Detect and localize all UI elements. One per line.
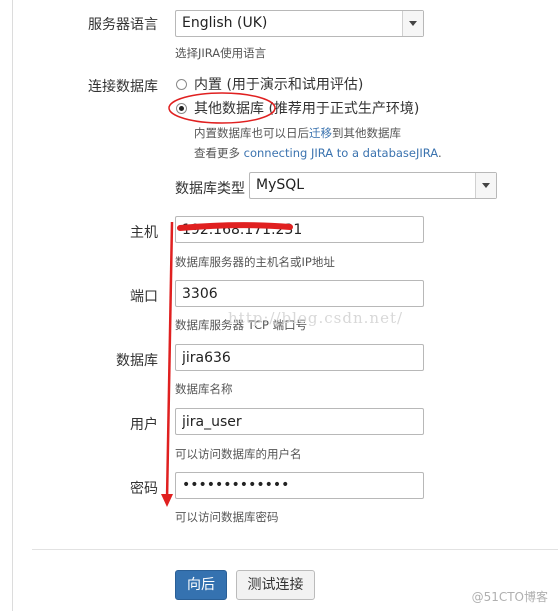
redaction-stroke (177, 222, 293, 231)
arrow-head-icon (161, 494, 173, 507)
arrow-line (165, 221, 174, 501)
highlight-ellipse (168, 92, 276, 124)
annotation-overlay (161, 92, 293, 507)
